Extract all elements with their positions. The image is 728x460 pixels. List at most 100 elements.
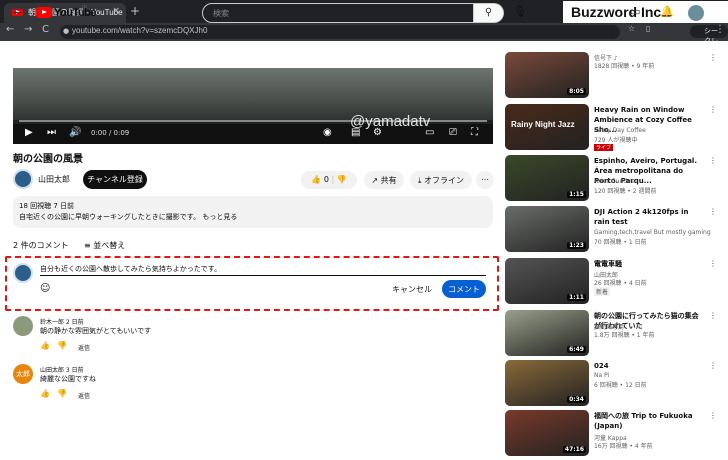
menu-dots-icon[interactable]: ⋮ xyxy=(715,24,725,35)
autoplay-toggle-icon[interactable]: ◉ xyxy=(323,127,332,138)
related-video-item[interactable]: 8:05 信号下 ♪ 1828 回視聴 • 9 年前 ⋮ xyxy=(505,52,728,100)
hamburger-menu-icon[interactable]: ☰ xyxy=(12,6,23,20)
channel-name[interactable]: 山田太郎 xyxy=(38,174,70,185)
video-thumbnail[interactable]: 1:11 xyxy=(505,258,589,304)
related-video-item[interactable]: 0:34 024 Na Pi 6 回視聴 • 12 日前 ⋮ xyxy=(505,360,728,408)
star-icon[interactable]: ☆ xyxy=(628,24,635,33)
related-video-channel[interactable]: Na Pi xyxy=(594,372,609,379)
related-video-item[interactable]: 1:15 Espinho, Aveiro, Portugal. Área metr… xyxy=(505,155,728,203)
comment-text: 綺麗な公園ですね xyxy=(40,375,96,383)
region-label: JP xyxy=(82,5,87,11)
related-video-channel[interactable]: Rainy Day Coffee xyxy=(594,127,646,134)
account-avatar[interactable] xyxy=(688,5,704,21)
new-tab-button[interactable]: + xyxy=(130,4,140,18)
live-badge: ライブ xyxy=(594,144,614,151)
back-icon[interactable]: ← xyxy=(6,24,14,35)
comment-author[interactable]: 山田太郎 3 日前 xyxy=(40,365,84,374)
emoji-icon[interactable]: ☺ xyxy=(40,283,50,294)
related-video-channel[interactable]: Gaming,tech,travel But mostly gaming xyxy=(594,229,711,236)
reload-icon[interactable]: C xyxy=(42,24,49,35)
new-badge: 新着 xyxy=(594,287,611,296)
comment-like-icon[interactable]: 👍 xyxy=(40,341,50,350)
create-video-icon[interactable]: ▭ xyxy=(630,5,640,18)
video-thumbnail[interactable]: 1:23 xyxy=(505,206,589,252)
dislike-icon[interactable]: 👎 xyxy=(337,175,347,184)
more-options-icon[interactable]: ⋮ xyxy=(709,156,717,165)
comment-dislike-icon[interactable]: 👎 xyxy=(57,389,67,398)
related-video-meta: 6 回視聴 • 12 日前 xyxy=(594,382,647,389)
video-duration: 6:49 xyxy=(567,346,586,353)
related-video-channel[interactable]: Artur Guedes xyxy=(594,178,634,185)
volume-icon[interactable]: 🔊 xyxy=(69,127,81,138)
reply-button[interactable]: 返信 xyxy=(78,343,90,352)
forward-icon[interactable]: → xyxy=(24,24,32,35)
reply-button[interactable]: 返信 xyxy=(78,391,90,400)
video-thumbnail[interactable]: 47:16 xyxy=(505,410,589,456)
youtube-wordmark[interactable]: YouTube xyxy=(54,7,96,19)
related-video-meta: 120 回視聴 • 2 週間前 xyxy=(594,188,657,195)
related-video-title[interactable]: 電電車騒 xyxy=(594,259,704,269)
more-options-icon[interactable]: ⋮ xyxy=(709,259,717,268)
search-icon: ⚲ xyxy=(484,7,493,18)
sort-icon: ≡ xyxy=(84,241,91,250)
search-button[interactable]: ⚲ xyxy=(474,3,504,23)
fullscreen-icon[interactable]: ⛶ xyxy=(471,127,478,138)
sidepanel-icon[interactable]: ▯ xyxy=(646,24,650,33)
more-options-icon[interactable]: ⋮ xyxy=(709,105,717,114)
related-video-title[interactable]: 024 xyxy=(594,361,704,371)
video-thumbnail[interactable]: Rainy Night Jazz xyxy=(505,104,589,150)
comment-dislike-icon[interactable]: 👎 xyxy=(57,341,67,350)
comment-author[interactable]: 鈴木一郎 2 日前 xyxy=(40,317,84,326)
video-player[interactable]: ▶ ⏭ 🔊 0:00 / 0:09 ◉ ▤ ⚙ ▭ ⎚ ⛶ xyxy=(13,68,493,144)
cancel-button[interactable]: キャンセル xyxy=(392,284,432,295)
url-text: youtube.com/watch?v=szemcDQXJh0 xyxy=(72,26,208,35)
video-watermark: @yamadatv xyxy=(350,113,431,130)
comment-avatar[interactable]: 太郎 xyxy=(13,364,33,384)
cast-icon[interactable]: ⎚ xyxy=(449,127,457,138)
video-thumbnail[interactable]: 6:49 xyxy=(505,310,589,356)
related-video-item[interactable]: 1:23 DJI Action 2 4k120fps in rain test Ga… xyxy=(505,206,728,254)
description-meta: 18 回視聴 7 日前 xyxy=(19,202,75,210)
next-icon[interactable]: ⏭ xyxy=(47,127,56,138)
more-options-icon[interactable]: ⋮ xyxy=(709,411,717,420)
related-video-item[interactable]: Rainy Night Jazz Heavy Rain on Window Amb… xyxy=(505,104,728,152)
related-video-item[interactable]: 47:16 福岡への旅 Trip to Fukuoka (Japan) 河童 Kap… xyxy=(505,410,728,458)
more-options-icon[interactable]: ⋮ xyxy=(709,361,717,370)
description-box[interactable]: 18 回視聴 7 日前 自宅近くの公園に早朝ウォーキングしたときに撮影です。 も… xyxy=(13,196,493,228)
more-options-icon[interactable]: ⋮ xyxy=(709,311,717,320)
lock-icon: ● xyxy=(63,27,70,35)
related-video-meta: 1828 回視聴 • 9 年前 xyxy=(594,63,655,70)
comment-input[interactable]: 自分も近くの公園へ散歩してみたら気持ちよかったです。 xyxy=(40,264,486,276)
thumbnail-text: Rainy Night Jazz xyxy=(511,120,575,129)
channel-avatar[interactable] xyxy=(13,169,33,189)
sort-button[interactable]: ≡ 並べ替え xyxy=(84,240,125,251)
download-button[interactable]: ⤓ オフライン xyxy=(410,171,472,189)
more-options-icon[interactable]: ⋮ xyxy=(709,207,717,216)
related-video-title[interactable]: DJI Action 2 4k120fps in rain test xyxy=(594,207,704,227)
related-video-item[interactable]: 1:11 電電車騒 山田太郎 26 回視聴 • 4 日前 新着 ⋮ xyxy=(505,258,728,306)
video-thumbnail[interactable]: 1:15 xyxy=(505,155,589,201)
download-icon: ⤓ xyxy=(417,176,422,185)
related-video-item[interactable]: 6:49 朝の公園に行ってみたら猫の集会が行われていた 猫動画専用 1.8万 回視聴 … xyxy=(505,310,728,358)
more-options-icon[interactable]: ⋮ xyxy=(709,53,717,62)
video-thumbnail[interactable]: 0:34 xyxy=(505,360,589,406)
microphone-icon[interactable]: 🎙 xyxy=(513,5,527,18)
notifications-icon[interactable]: 🔔 xyxy=(660,5,674,18)
comment-avatar[interactable] xyxy=(13,316,33,336)
omnibox[interactable]: ● youtube.com/watch?v=szemcDQXJh0 xyxy=(60,25,620,39)
play-icon[interactable]: ▶ xyxy=(25,127,33,138)
video-duration: 47:16 xyxy=(562,446,586,453)
submit-comment-button[interactable]: コメント xyxy=(442,280,486,298)
more-actions-button[interactable]: ⋯ xyxy=(476,171,494,189)
youtube-logo-icon[interactable] xyxy=(36,7,52,18)
video-duration: 1:15 xyxy=(567,191,586,198)
search-input[interactable]: 検索 xyxy=(202,3,474,23)
related-video-meta: 729 人が視聴中 xyxy=(594,137,638,144)
comment-like-icon[interactable]: 👍 xyxy=(40,389,50,398)
related-video-title[interactable]: 福岡への旅 Trip to Fukuoka (Japan) xyxy=(594,411,704,431)
video-thumbnail[interactable]: 8:05 xyxy=(505,52,589,98)
like-icon[interactable]: 👍 xyxy=(311,175,321,184)
subscribe-button[interactable]: チャンネル登録 xyxy=(83,170,147,189)
share-button[interactable]: ↗ 共有 xyxy=(364,171,404,189)
tab-close-icon[interactable]: × xyxy=(112,6,120,16)
